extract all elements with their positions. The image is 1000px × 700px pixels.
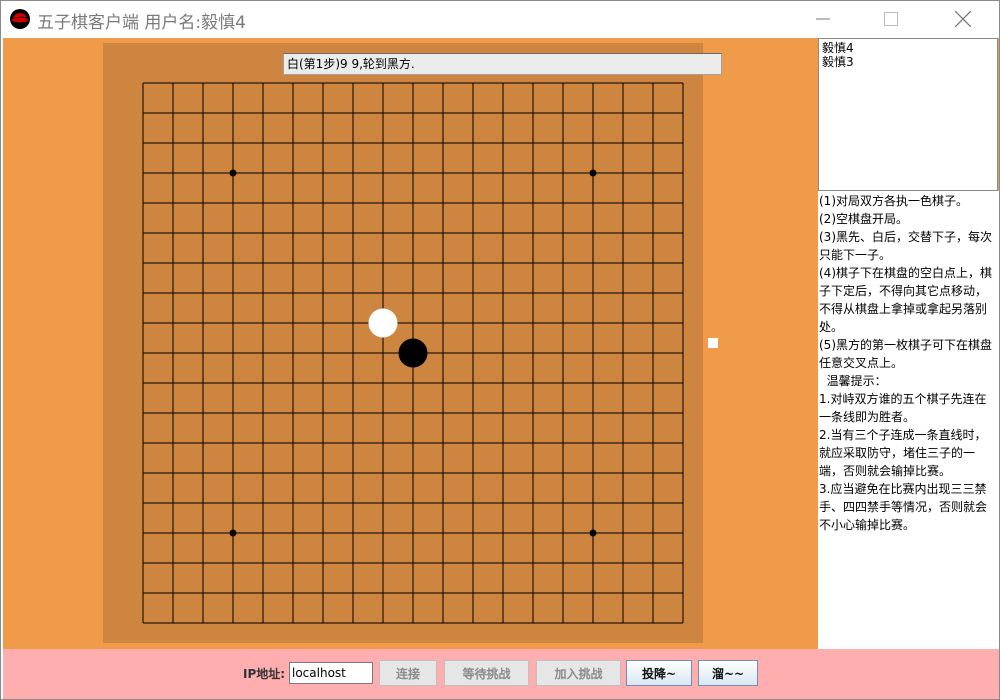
star-point bbox=[589, 529, 597, 537]
rule-line: (3)黑先、白后，交替下子，每次只能下一子。 bbox=[819, 230, 992, 262]
resize-handle[interactable] bbox=[708, 338, 718, 348]
star-point bbox=[229, 529, 237, 537]
star-point bbox=[589, 169, 597, 177]
status-field: 白(第1步)9 9,轮到黑方. bbox=[283, 53, 722, 75]
user-list[interactable]: 毅慎4 毅慎3 bbox=[818, 38, 998, 191]
rule-line: 3.应当避免在比赛内出现三三禁手、四四禁手等情况，否则就会不小心输掉比赛。 bbox=[819, 482, 988, 532]
connect-button[interactable]: 连接 bbox=[379, 660, 437, 686]
window-title: 五子棋客户端 用户名:毅慎4 bbox=[37, 13, 246, 33]
rule-line: (5)黑方的第一枚棋子可下在棋盘任意交叉点上。 bbox=[819, 338, 992, 370]
rule-line: 1.对峙双方谁的五个棋子先连在一条线即为胜者。 bbox=[819, 392, 987, 424]
ip-label: IP地址: bbox=[243, 667, 286, 681]
app-window: 五子棋客户端 用户名:毅慎4 白(第1步)9 9,轮到黑方. 毅慎4 毅慎3 (… bbox=[0, 0, 1000, 700]
black-stone bbox=[398, 338, 428, 368]
close-icon bbox=[955, 11, 971, 27]
rule-line: (2)空棋盘开局。 bbox=[819, 212, 908, 226]
ip-input[interactable]: localhost bbox=[289, 662, 373, 684]
user-list-item[interactable]: 毅慎3 bbox=[822, 55, 994, 69]
main-content: 白(第1步)9 9,轮到黑方. 毅慎4 毅慎3 (1)对局双方各执一色棋子。 (… bbox=[3, 38, 999, 699]
board-grid[interactable] bbox=[103, 43, 703, 643]
maximize-button[interactable] bbox=[869, 1, 913, 37]
rule-line: 2.当有三个子连成一条直线时，就应采取防守，堵住三子的一端，否则就会输掉比赛。 bbox=[819, 428, 987, 478]
rules-text: (1)对局双方各执一色棋子。 (2)空棋盘开局。 (3)黑先、白后，交替下子，每… bbox=[818, 191, 999, 649]
white-stone bbox=[368, 308, 398, 338]
wait-challenge-button[interactable]: 等待挑战 bbox=[444, 660, 529, 686]
title-bar: 五子棋客户端 用户名:毅慎4 bbox=[1, 1, 999, 37]
maximize-icon bbox=[884, 12, 898, 26]
app-logo-icon bbox=[10, 9, 30, 29]
close-button[interactable] bbox=[941, 1, 985, 37]
rule-line: (4)棋子下在棋盘的空白点上，棋子下定后，不得向其它点移动，不得从棋盘上拿掉或拿… bbox=[819, 266, 992, 334]
minimize-button[interactable] bbox=[801, 1, 845, 37]
star-point bbox=[229, 169, 237, 177]
rule-line: (1)对局双方各执一色棋子。 bbox=[819, 194, 968, 208]
game-board[interactable]: 白(第1步)9 9,轮到黑方. bbox=[103, 43, 722, 643]
tips-heading: 温馨提示： bbox=[819, 374, 887, 388]
join-challenge-button[interactable]: 加入挑战 bbox=[536, 660, 621, 686]
escape-button[interactable]: 溜~~ bbox=[698, 660, 758, 686]
minimize-icon bbox=[816, 18, 830, 20]
user-list-item[interactable]: 毅慎4 bbox=[822, 41, 994, 55]
surrender-button[interactable]: 投降~ bbox=[626, 660, 692, 686]
bottom-toolbar: IP地址: localhost 连接 等待挑战 加入挑战 投降~ 溜~~ bbox=[3, 649, 999, 699]
